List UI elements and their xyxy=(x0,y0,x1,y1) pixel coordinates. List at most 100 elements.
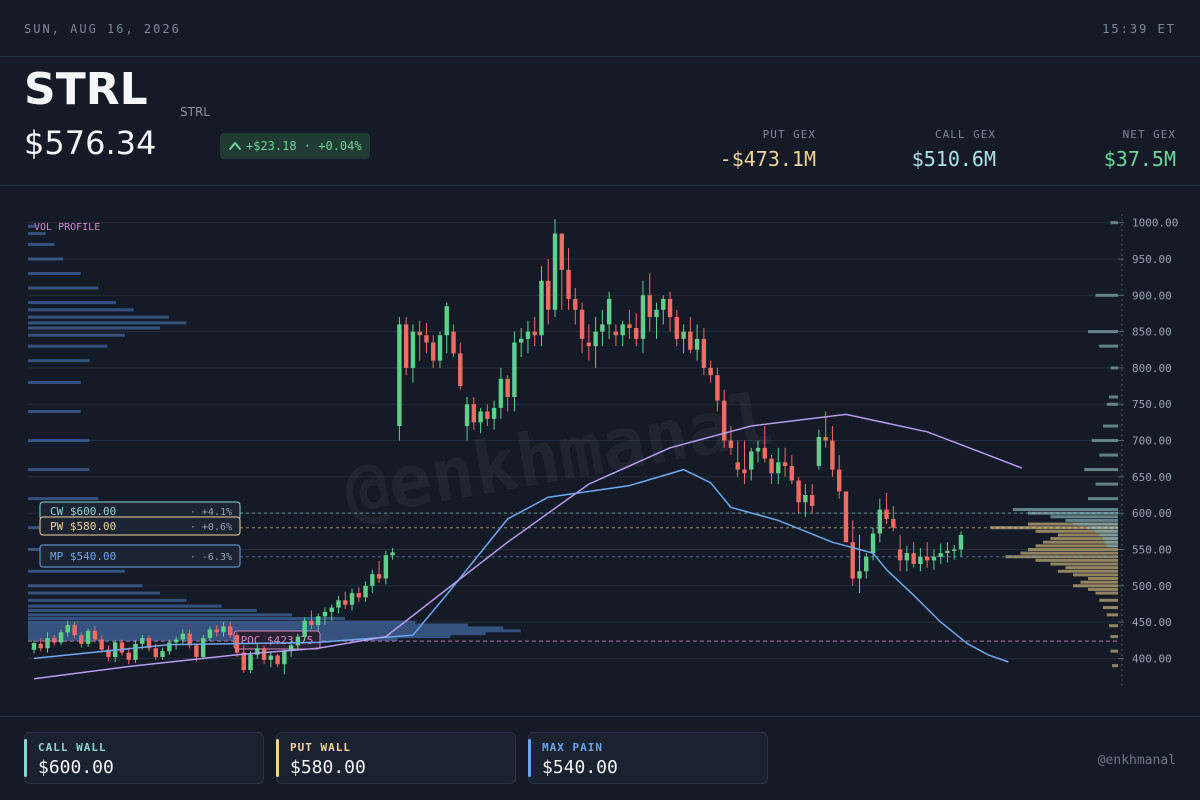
candle-body xyxy=(634,327,639,339)
volume-profile-bar xyxy=(28,242,55,246)
candle-body xyxy=(789,465,795,481)
candle-body xyxy=(816,436,822,466)
candle-body xyxy=(688,331,693,350)
volume-profile-bar xyxy=(28,613,292,617)
call-gex-bar xyxy=(1106,544,1118,548)
candle-body xyxy=(721,400,727,441)
max-pain-accent xyxy=(528,739,531,777)
put-gex-bar xyxy=(1035,558,1118,562)
candle-body xyxy=(897,549,903,561)
candle-body xyxy=(498,378,504,408)
put-gex-bar xyxy=(1035,544,1118,548)
call-gex: CALL GEX $510.6M xyxy=(912,128,996,171)
call-gex-bar xyxy=(1110,366,1118,370)
candle-body xyxy=(403,324,409,368)
call-gex-bar xyxy=(1095,293,1118,297)
candle-body xyxy=(153,648,158,657)
candle-body xyxy=(336,600,341,608)
volume-profile-bar xyxy=(28,584,143,588)
volume-profile-bar xyxy=(28,497,99,501)
level-label-cw: CW $600.00 xyxy=(50,505,116,518)
candle-body xyxy=(796,480,801,503)
call-gex-value: $510.6M xyxy=(911,147,996,171)
candle-body xyxy=(701,338,707,368)
volume-profile-bar xyxy=(28,620,416,624)
candle-body xyxy=(160,651,165,657)
y-tick-label: 700.00 xyxy=(1132,435,1172,448)
candle-body xyxy=(79,635,84,644)
price-chart: 400.00 450.00 500.00 550.00 600.00 650.00 700.… xyxy=(28,214,1178,686)
date-label: SUN, AUG 16, 2026 xyxy=(24,22,181,36)
candle-body xyxy=(248,654,253,671)
volume-profile-bar xyxy=(28,326,160,330)
y-tick-label: 850.00 xyxy=(1132,326,1172,339)
candle-body xyxy=(715,375,720,401)
net-gex-value: $37.5M xyxy=(1103,147,1176,171)
candle-body xyxy=(140,638,145,644)
candle-body xyxy=(343,600,348,605)
candle-body xyxy=(363,585,368,598)
y-tick-label: 500.00 xyxy=(1132,580,1172,593)
call-gex-bar xyxy=(1050,515,1118,519)
candle-body xyxy=(924,556,930,561)
volume-profile-bar xyxy=(28,468,90,472)
candle-body xyxy=(424,335,429,343)
candle-body xyxy=(464,404,470,427)
put-gex-bar xyxy=(1112,664,1118,668)
candle-body xyxy=(681,331,686,339)
candle-body xyxy=(214,629,219,633)
put-gex-bar xyxy=(1073,584,1118,588)
candle-body xyxy=(654,309,659,318)
y-tick-label: 1000.00 xyxy=(1132,217,1178,230)
candle-body xyxy=(762,447,767,459)
candle-body xyxy=(329,607,334,612)
call-gex-bar xyxy=(1013,508,1118,512)
candle-body xyxy=(938,553,943,557)
call-gex-bar xyxy=(1106,402,1118,406)
put-gex-value: -$473.1M xyxy=(719,147,816,171)
put-gex-bar xyxy=(1106,613,1118,617)
volume-profile-bar xyxy=(28,626,504,630)
candle-body xyxy=(566,269,571,299)
put-wall-card: PUT WALL $580.00 xyxy=(276,732,516,784)
level-pct-cw: · +4.1% xyxy=(190,507,232,518)
volume-profile-bar xyxy=(28,604,222,608)
call-gex-bar xyxy=(1095,529,1118,533)
volume-profile-bar xyxy=(28,344,108,348)
put-gex-bar xyxy=(1020,551,1118,555)
candle-body xyxy=(931,556,937,561)
candle-body xyxy=(864,556,869,572)
volume-profile-bar xyxy=(28,608,257,612)
put-gex-label: PUT GEX xyxy=(762,128,816,141)
put-gex-bar xyxy=(1099,598,1118,602)
volume-profile-bar xyxy=(28,321,187,325)
put-wall-label: PUT WALL xyxy=(290,741,351,754)
volume-profile-bar xyxy=(28,359,90,363)
put-gex-bar xyxy=(1065,566,1118,570)
candle-body xyxy=(593,331,598,347)
candle-body xyxy=(194,645,199,657)
candle-body xyxy=(728,440,734,448)
candle-body xyxy=(823,436,828,441)
candle-body xyxy=(485,411,490,419)
call-gex-bar xyxy=(1099,533,1118,537)
candle-body xyxy=(708,367,713,376)
candle-body xyxy=(532,331,537,336)
candle-body xyxy=(85,630,91,644)
candle-body xyxy=(119,642,125,653)
call-gex-bar xyxy=(1065,518,1118,522)
y-tick-label: 550.00 xyxy=(1132,543,1172,556)
put-wall-value: $580.00 xyxy=(290,757,366,778)
candle-body xyxy=(735,462,740,470)
candle-body xyxy=(620,324,625,336)
call-gex-bar xyxy=(1073,522,1118,526)
candle-body xyxy=(349,593,355,605)
candle-body xyxy=(417,331,422,336)
y-tick-label: 900.00 xyxy=(1132,289,1172,302)
candle-body xyxy=(776,462,781,474)
candle-body xyxy=(640,295,646,339)
put-gex-bar xyxy=(1073,573,1118,577)
candle-body xyxy=(451,331,456,354)
candle-body xyxy=(559,233,564,270)
candle-body xyxy=(837,469,842,492)
